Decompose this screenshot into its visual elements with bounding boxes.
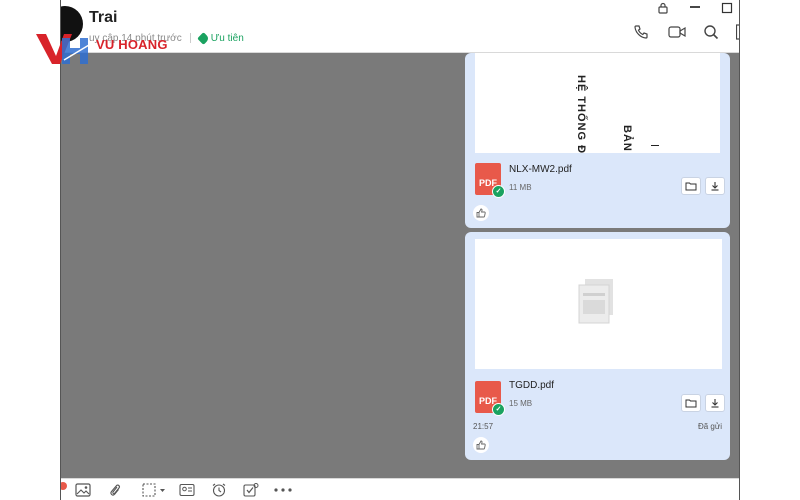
like-button[interactable] <box>473 437 489 453</box>
search-icon[interactable] <box>701 22 721 42</box>
file-size: 15 MB <box>509 399 533 408</box>
file-name[interactable]: TGDD.pdf <box>509 380 554 391</box>
minimize-icon[interactable] <box>689 0 701 15</box>
file-preview[interactable] <box>475 239 722 369</box>
download-button[interactable] <box>705 394 725 412</box>
image-icon[interactable] <box>75 483 91 497</box>
file-name[interactable]: NLX-MW2.pdf <box>509 164 572 175</box>
priority-label: Ưu tiên <box>210 33 244 44</box>
contact-card-icon[interactable] <box>179 483 195 497</box>
frame-left-margin <box>0 0 60 500</box>
preview-mark <box>651 145 659 146</box>
contact-name[interactable]: Trai <box>89 9 117 27</box>
video-call-icon[interactable] <box>667 22 687 42</box>
brand-name: VU HOANG <box>96 37 168 52</box>
screenshot-icon[interactable] <box>141 483 167 497</box>
download-icon <box>711 182 719 191</box>
folder-icon <box>685 182 697 191</box>
pdf-icon: PDF ✓ <box>475 163 505 198</box>
more-icon[interactable] <box>273 483 293 497</box>
priority-tag[interactable]: Ưu tiên <box>196 31 244 45</box>
download-button[interactable] <box>705 177 725 195</box>
file-size: 11 MB <box>509 183 532 192</box>
maximize-icon[interactable] <box>721 2 733 17</box>
phone-icon[interactable] <box>631 22 651 42</box>
reminder-icon[interactable] <box>211 483 227 497</box>
logo-mark-icon <box>36 34 95 64</box>
file-message[interactable]: PDF ✓ TGDD.pdf 15 MB 21:57 Đã gửi <box>465 232 730 460</box>
chat-window: Trai uy cập 14 phút trước Ưu tiên HỆ THỐN… <box>60 0 740 500</box>
document-placeholder-icon <box>578 279 613 324</box>
frame-right-margin <box>740 0 800 500</box>
status-divider <box>189 33 191 44</box>
open-folder-button[interactable] <box>681 177 701 195</box>
like-button[interactable] <box>473 205 489 221</box>
sidebar-toggle-icon[interactable] <box>731 22 739 42</box>
tag-icon <box>196 31 210 45</box>
lock-icon[interactable] <box>658 2 668 17</box>
folder-icon <box>685 399 697 408</box>
preview-heading-2: BẢN <box>621 125 633 152</box>
check-icon: ✓ <box>492 403 505 416</box>
file-message[interactable]: HỆ THỐNG Đ BẢN PDF ✓ NLX-MW2.pdf 11 MB <box>465 53 730 228</box>
download-icon <box>711 399 719 408</box>
preview-heading: HỆ THỐNG Đ <box>575 75 587 155</box>
like-icon <box>476 208 486 218</box>
notification-dot <box>61 482 67 490</box>
composer-toolbar <box>61 478 739 500</box>
like-icon <box>476 440 486 450</box>
pdf-icon: PDF ✓ <box>475 381 505 416</box>
sent-status: Đã gửi <box>697 422 722 431</box>
file-preview[interactable]: HỆ THỐNG Đ BẢN <box>475 53 720 155</box>
open-folder-button[interactable] <box>681 394 701 412</box>
attach-icon[interactable] <box>107 483 123 497</box>
check-icon: ✓ <box>492 185 505 198</box>
message-time: 21:57 <box>473 422 494 431</box>
task-icon[interactable] <box>243 483 259 497</box>
